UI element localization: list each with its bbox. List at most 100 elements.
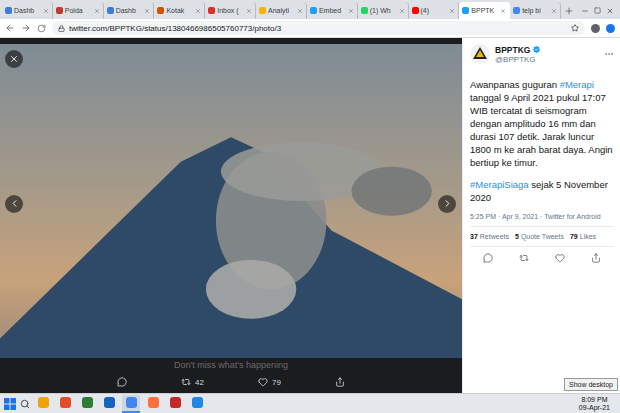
reply-icon[interactable] — [117, 377, 127, 387]
url-text: twitter.com/BPPTKG/status/13804669865057… — [69, 24, 281, 33]
favicon-icon — [361, 7, 368, 14]
tooltip: Show desktop — [564, 378, 618, 391]
stat-item[interactable]: 5Quote Tweets — [515, 233, 564, 240]
tab-list: DashbPoldaDashbKotakInbox (AnalytiEmbed(… — [2, 2, 561, 19]
like-icon[interactable] — [258, 377, 268, 387]
taskbar-app-icon[interactable] — [144, 395, 162, 413]
taskbar-app-icon[interactable] — [166, 395, 184, 413]
close-tab-button[interactable] — [144, 8, 150, 14]
like-icon[interactable] — [555, 253, 565, 263]
author-handle[interactable]: @BPPTKG — [495, 55, 599, 64]
volcano-photo-icon — [0, 44, 462, 358]
browser-tab[interactable]: Embed — [307, 2, 358, 19]
search-icon[interactable] — [20, 399, 30, 409]
tab-label: (1) Wh — [370, 7, 397, 14]
tab-bar: DashbPoldaDashbKotakInbox (AnalytiEmbed(… — [0, 0, 620, 19]
profile-icon[interactable] — [606, 24, 615, 33]
photo-viewer: Don't miss what's happening 42 79 — [0, 38, 462, 393]
hashtag-link[interactable]: #Merapi — [560, 79, 594, 90]
close-button[interactable] — [5, 50, 23, 68]
browser-tab[interactable]: Dashb — [2, 2, 53, 19]
reload-button[interactable] — [37, 24, 46, 33]
clock-date: 09-Apr-21 — [579, 404, 610, 412]
verified-icon — [532, 45, 541, 54]
back-button[interactable] — [5, 23, 15, 33]
browser-tab[interactable]: Dashb — [104, 2, 155, 19]
taskbar-app-icon[interactable] — [188, 395, 206, 413]
share-button[interactable] — [591, 253, 601, 263]
hashtag-link[interactable]: #MerapiSiaga — [470, 179, 529, 190]
clock[interactable]: 8:09 PM09-Apr-21 — [579, 396, 616, 412]
tab-label: (4) — [421, 7, 448, 14]
chevron-left-icon — [9, 198, 20, 209]
browser-tab[interactable]: Kotak — [154, 2, 205, 19]
tweet-text-segment: tanggal 9 April 2021 pukul 17:07 WIB ter… — [470, 92, 613, 168]
close-tab-button[interactable] — [449, 8, 455, 14]
browser-tab[interactable]: Polda — [53, 2, 104, 19]
tab-label: BPPTK — [471, 7, 498, 14]
close-tab-button[interactable] — [297, 8, 303, 14]
clock-time: 8:09 PM — [581, 396, 607, 404]
close-tab-button[interactable] — [551, 8, 557, 14]
share-action[interactable] — [335, 377, 345, 387]
tab-label: Dashb — [14, 7, 41, 14]
tab-label: Analyti — [268, 7, 295, 14]
taskbar-app-icon[interactable] — [34, 395, 52, 413]
taskbar-app-icon[interactable] — [100, 395, 118, 413]
bpptkg-logo-icon[interactable] — [470, 44, 490, 64]
tab-label: telp bi — [522, 7, 549, 14]
author-name[interactable]: BPPTKG — [495, 45, 599, 55]
close-icon — [195, 8, 201, 14]
star-icon[interactable] — [571, 24, 579, 32]
browser-tab[interactable]: (4) — [409, 2, 460, 19]
url-field[interactable]: twitter.com/BPPTKG/status/13804669865057… — [52, 21, 585, 35]
signup-notice: Don't miss what's happening — [0, 358, 462, 371]
browser-tab[interactable]: (1) Wh — [358, 2, 409, 19]
taskbar-app-icon[interactable] — [122, 395, 140, 413]
tweet-actions — [470, 247, 614, 269]
taskbar-app-icon[interactable] — [78, 395, 96, 413]
close-tab-button[interactable] — [399, 8, 405, 14]
more-icon[interactable] — [604, 49, 614, 59]
browser-tab[interactable]: telp bi — [510, 2, 561, 19]
extension-icon[interactable] — [591, 24, 600, 33]
reply-action[interactable] — [117, 377, 127, 387]
previous-button[interactable] — [5, 195, 23, 213]
taskbar: 8:09 PM09-Apr-21 — [0, 393, 620, 413]
like-action[interactable]: 79 — [258, 377, 281, 387]
windows-logo-icon[interactable] — [4, 398, 16, 410]
like-button[interactable] — [555, 253, 565, 263]
reply-button[interactable] — [483, 253, 493, 263]
browser-tab[interactable]: Analyti — [256, 2, 307, 19]
maximize-icon[interactable] — [594, 7, 601, 14]
browser-tab[interactable]: BPPTK — [459, 2, 510, 19]
stat-item[interactable]: 79Likes — [570, 233, 596, 240]
forward-icon — [21, 23, 31, 33]
retweet-button[interactable] — [519, 253, 529, 263]
stat-item[interactable]: 37Retweets — [470, 233, 509, 240]
close-tab-button[interactable] — [94, 8, 100, 14]
tweet-text-segment: Awanpanas guguran — [470, 79, 560, 90]
browser-tab[interactable]: Inbox ( — [205, 2, 256, 19]
close-icon — [9, 54, 19, 64]
share-icon[interactable] — [335, 377, 345, 387]
forward-button[interactable] — [21, 23, 31, 33]
close-tab-button[interactable] — [500, 8, 506, 14]
close-tab-button[interactable] — [195, 8, 201, 14]
share-icon[interactable] — [591, 253, 601, 263]
minimize-icon[interactable] — [581, 7, 589, 15]
retweet-action[interactable]: 42 — [181, 377, 204, 387]
favicon-icon — [462, 7, 469, 14]
close-tab-button[interactable] — [246, 8, 252, 14]
close-tab-button[interactable] — [43, 8, 49, 14]
new-tab-button[interactable] — [561, 3, 577, 19]
close-tab-button[interactable] — [348, 8, 354, 14]
retweet-icon[interactable] — [519, 253, 529, 263]
retweet-icon[interactable] — [181, 377, 191, 387]
viewer-actions: 42 79 — [0, 371, 462, 393]
close-icon — [399, 8, 405, 14]
reply-icon[interactable] — [483, 253, 493, 263]
taskbar-app-icon[interactable] — [56, 395, 74, 413]
next-button[interactable] — [438, 195, 456, 213]
close-window-icon[interactable] — [606, 7, 614, 15]
